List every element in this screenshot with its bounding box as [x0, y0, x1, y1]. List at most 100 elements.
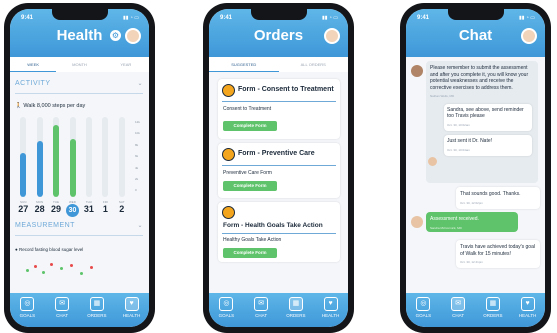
- drop-icon: ●: [15, 247, 18, 252]
- day-item[interactable]: SUN 27: [15, 200, 31, 217]
- day-item[interactable]: WED 30: [64, 200, 80, 217]
- order-card[interactable]: Form - Consent to Treatment Consent to T…: [218, 79, 340, 139]
- notch: [52, 9, 108, 20]
- nav-health-label: HEALTH: [122, 313, 141, 318]
- day-item[interactable]: SAT 2: [114, 200, 130, 217]
- divider: [222, 233, 336, 234]
- day-item[interactable]: THU 31: [81, 200, 97, 217]
- message-bubble: Assessment received. Sandra McCormick, M…: [426, 212, 518, 232]
- form-icon: [222, 148, 235, 161]
- nav-goals[interactable]: ◎ GOALS: [209, 293, 244, 327]
- signal-icon: ▮▮ ◔ ▭: [122, 15, 139, 21]
- activity-bar: [36, 117, 43, 197]
- nav-health-label: HEALTH: [518, 313, 537, 318]
- message-text: Just sent it Dr. Nate!: [447, 138, 493, 144]
- avatar[interactable]: [521, 28, 537, 44]
- signal-icon: ▮▮ ◔ ▭: [321, 15, 338, 21]
- chevron-down-icon[interactable]: ⌄: [137, 80, 143, 87]
- complete-form-button[interactable]: Complete Form: [223, 181, 277, 191]
- day-number: 1: [102, 204, 108, 214]
- message-bubble: That sounds good. Thanks. Oct. 30, 12:02…: [456, 187, 540, 209]
- heart-icon: ♥: [323, 297, 338, 311]
- nav-health[interactable]: ♥ HEALTH: [510, 293, 545, 327]
- card-title: Form - Consent to Treatment: [238, 86, 334, 93]
- tab-year[interactable]: YEAR: [103, 57, 149, 72]
- chat-icon: ✉: [254, 297, 269, 311]
- form-icon: [222, 84, 235, 97]
- tab-month[interactable]: MONTH: [56, 57, 102, 72]
- nav-goals[interactable]: ◎ GOALS: [10, 293, 45, 327]
- y-axis-label: 4k: [135, 165, 139, 170]
- day-number: 29: [51, 204, 62, 214]
- nav-goals-label: GOALS: [19, 313, 36, 318]
- orders-screen: 9:41 ▮▮ ◔ ▭ Orders SUGGESTED ALL ORDERS …: [209, 9, 348, 327]
- chat-screen: 9:41 ▮▮ ◔ ▭ Chat Please remember to subm…: [406, 9, 545, 327]
- chart-point: [90, 266, 93, 269]
- activity-bar: [69, 117, 76, 197]
- chart-point: [60, 267, 63, 270]
- heart-icon: ♥: [124, 297, 139, 311]
- day-item[interactable]: FRI 1: [97, 200, 113, 217]
- message-text: That sounds good. Thanks.: [460, 191, 521, 197]
- orders-icon: ▦: [485, 297, 500, 311]
- orders-icon: ▦: [288, 297, 303, 311]
- tab-suggested[interactable]: SUGGESTED: [209, 57, 279, 72]
- walk-goal-text: Walk 8,000 steps per day: [23, 103, 86, 109]
- message-meta: Oct. 30, 10:04am: [447, 147, 471, 152]
- nav-chat[interactable]: ✉ CHAT: [244, 293, 279, 327]
- y-axis-label: 2k: [135, 176, 139, 181]
- nav-goals[interactable]: ◎ GOALS: [406, 293, 441, 327]
- day-number: 28: [34, 204, 45, 214]
- day-item[interactable]: TUE 29: [48, 200, 64, 217]
- avatar[interactable]: [125, 28, 141, 44]
- message-meta: Nathan Wells, MD: [430, 94, 455, 98]
- nav-orders-label: ORDERS: [87, 313, 107, 318]
- heart-icon: ♥: [520, 297, 535, 311]
- tab-week[interactable]: WEEK: [10, 57, 57, 72]
- message-bubble: Just sent it Dr. Nate! Oct. 30, 10:04am: [444, 135, 532, 156]
- measurement-item-text: Record fasting blood sugar level: [18, 247, 84, 252]
- chart-point: [42, 271, 45, 274]
- orders-tabs: SUGGESTED ALL ORDERS: [209, 57, 348, 72]
- activity-bar-fill: [36, 141, 43, 197]
- day-item[interactable]: MON 28: [31, 200, 47, 217]
- avatar[interactable]: [324, 28, 340, 44]
- measurement-label: MEASUREMENT: [15, 222, 75, 229]
- form-icon: [222, 206, 235, 219]
- nav-orders[interactable]: ▦ ORDERS: [80, 293, 115, 327]
- tab-all-orders[interactable]: ALL ORDERS: [279, 57, 349, 72]
- order-card[interactable]: Form - Health Goals Take Action Healthy …: [218, 202, 340, 262]
- status-time: 9:41: [220, 15, 233, 21]
- order-card[interactable]: Form - Preventive Care Preventive Care F…: [218, 143, 340, 198]
- day-number: 27: [18, 204, 29, 214]
- card-title: Form - Preventive Care: [238, 150, 315, 157]
- nav-orders[interactable]: ▦ ORDERS: [279, 293, 314, 327]
- nav-chat-label: CHAT: [452, 313, 465, 318]
- settings-icon[interactable]: ⚙: [110, 30, 121, 41]
- activity-bar-fill: [53, 125, 60, 197]
- nurse-avatar: [428, 157, 437, 166]
- notch: [448, 9, 504, 20]
- complete-form-button[interactable]: Complete Form: [223, 121, 277, 131]
- activity-bar-chart: [15, 117, 130, 197]
- chat-icon: ✉: [451, 297, 466, 311]
- nav-health[interactable]: ♥ HEALTH: [313, 293, 348, 327]
- orders-icon: ▦: [89, 297, 104, 311]
- complete-form-button[interactable]: Complete Form: [223, 248, 277, 258]
- nav-health[interactable]: ♥ HEALTH: [114, 293, 149, 327]
- y-axis-label: 6k: [135, 154, 139, 159]
- chevron-down-icon[interactable]: ⌄: [137, 222, 143, 229]
- card-subtitle: Preventive Care Form: [223, 170, 272, 176]
- day-number: 31: [83, 204, 94, 214]
- nav-orders[interactable]: ▦ ORDERS: [476, 293, 511, 327]
- divider: [15, 93, 143, 94]
- nav-chat[interactable]: ✉ CHAT: [45, 293, 80, 327]
- y-axis-label: 12k: [135, 120, 140, 124]
- target-icon: ◎: [219, 297, 234, 311]
- activity-section-title[interactable]: ACTIVITY ⌄: [15, 80, 143, 87]
- nav-chat-label: CHAT: [56, 313, 69, 318]
- signal-icon: ▮▮ ◔ ▭: [518, 15, 535, 21]
- measurement-section-title[interactable]: MEASUREMENT ⌄: [15, 222, 143, 229]
- nav-chat[interactable]: ✉ CHAT: [441, 293, 476, 327]
- activity-bar-fill: [20, 153, 27, 197]
